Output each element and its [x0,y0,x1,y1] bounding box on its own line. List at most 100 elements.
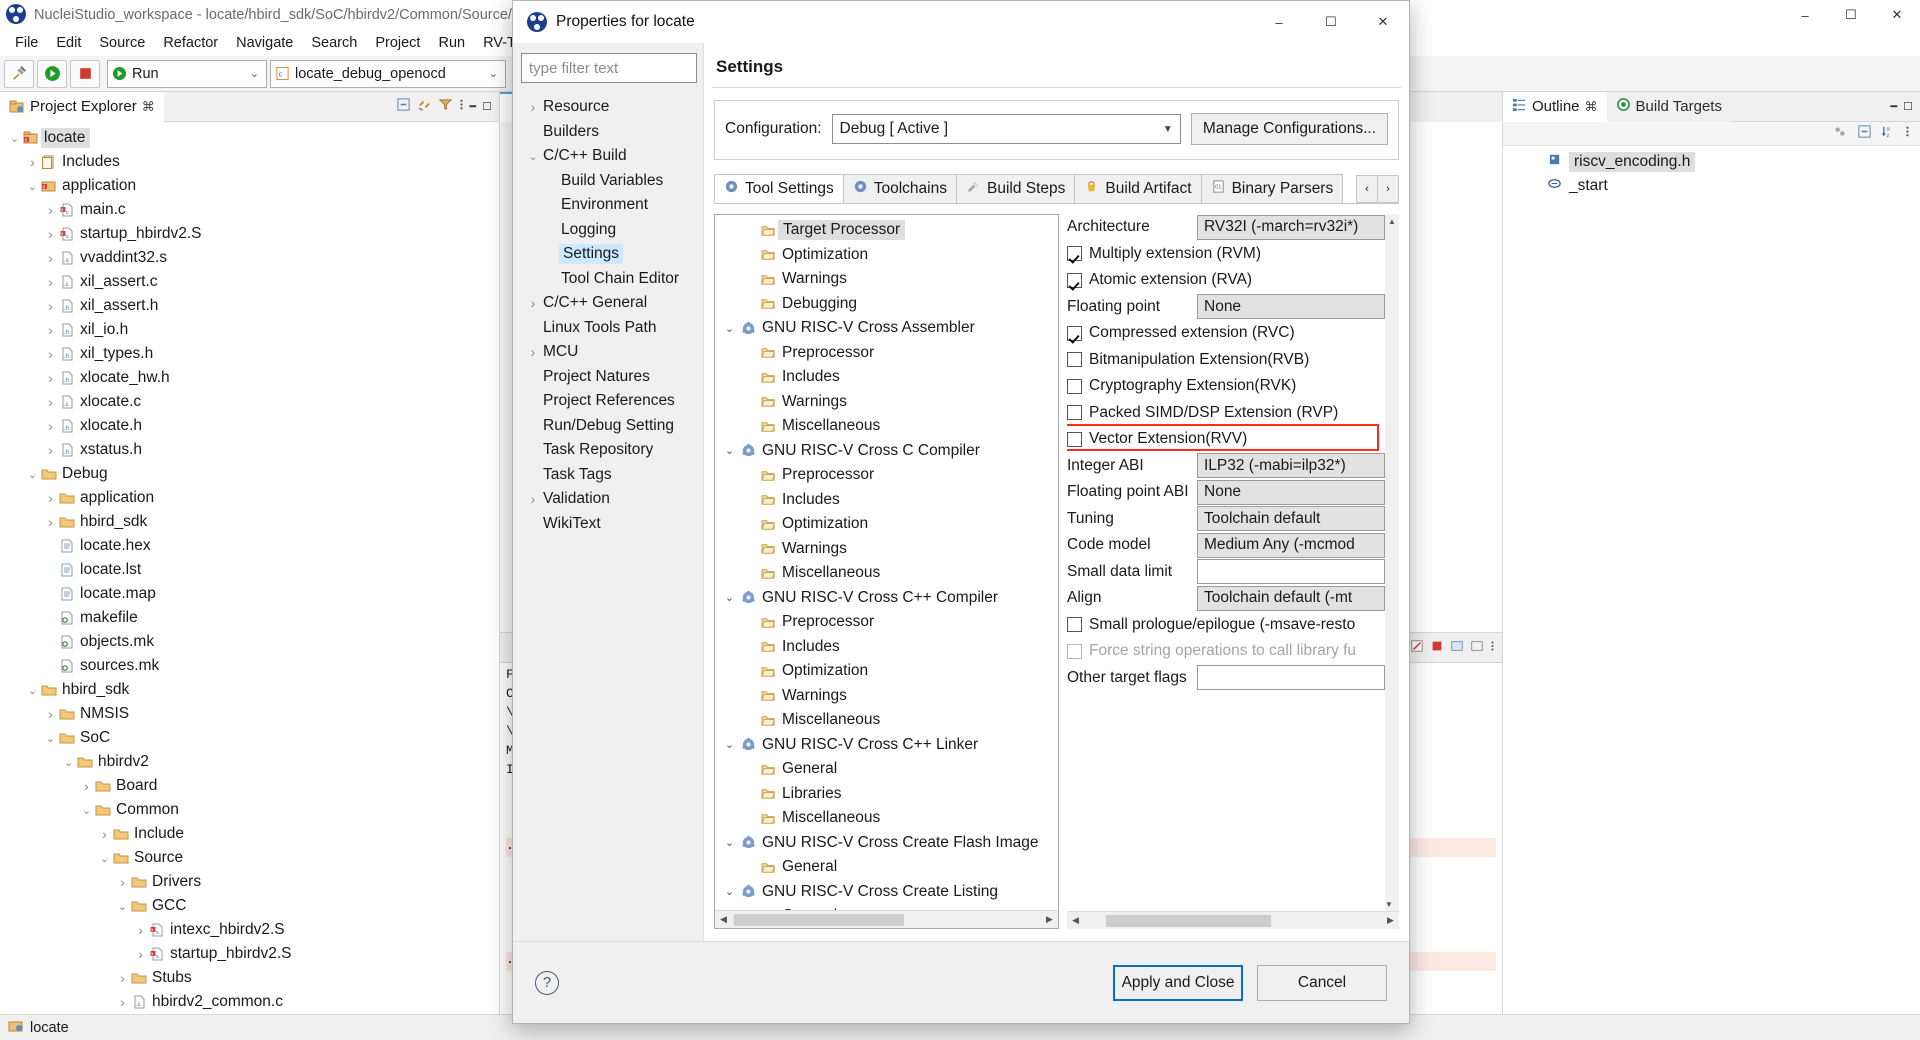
settings-tree-item[interactable]: Optimization [715,243,1058,268]
chevron-down-icon[interactable]: ⌄ [721,885,738,898]
chevron-down-icon[interactable]: ⌄ [721,591,738,604]
scroll-down-icon[interactable]: ▼ [1385,897,1393,911]
chevron-down-icon[interactable]: ⌄ [26,468,39,481]
settings-tree-item[interactable]: Miscellaneous [715,414,1058,439]
field-value[interactable] [1197,665,1385,691]
tree-item[interactable]: › .s vvaddint32.s [0,246,499,270]
settings-tree-item[interactable]: ⌄ GNU RISC-V Cross Create Listing [715,880,1058,905]
dialog-minimize-button[interactable]: – [1253,1,1305,43]
category-item[interactable]: ⌄ C/C++ Build [521,144,703,169]
chevron-right-icon[interactable]: › [44,274,57,290]
field-value[interactable] [1197,559,1385,585]
settings-tree-item[interactable]: ⌄ GNU RISC-V Cross Create Flash Image [715,831,1058,856]
chevron-right-icon[interactable]: › [44,370,57,386]
category-item[interactable]: › C/C++ General [521,291,703,316]
chevron-down-icon[interactable]: ⌄ [62,756,75,769]
chevron-right-icon[interactable]: › [26,154,39,170]
scroll-right-icon[interactable]: ▶ [1382,912,1399,929]
hscroll-thumb[interactable] [1106,914,1271,927]
tree-item[interactable]: makefile [0,606,499,630]
tree-item[interactable]: ⌄ x application [0,174,499,198]
chevron-right-icon[interactable]: › [44,298,57,314]
clear-console-icon[interactable] [1410,639,1424,657]
chevron-right-icon[interactable]: › [44,394,57,410]
tree-item[interactable]: › .h xlocate_hw.h [0,366,499,390]
configuration-select[interactable]: Debug [ Active ] ▼ [831,114,1181,144]
tab-build-steps[interactable]: Build Steps [956,174,1076,203]
tree-item[interactable]: › application [0,486,499,510]
settings-tree-item[interactable]: Optimization [715,512,1058,537]
tree-item[interactable]: ⌄ Common [0,798,499,822]
tab-outline[interactable]: Outline ⌘ [1503,91,1607,122]
tree-item[interactable]: sources.mk [0,654,499,678]
filter-icon[interactable] [438,97,453,116]
category-item[interactable]: › Validation [521,487,703,512]
settings-tree-item[interactable]: Warnings [715,537,1058,562]
outline-item[interactable]: riscv_encoding.h [1503,150,1920,174]
minimize-icon[interactable]: ━ [470,100,477,113]
chevron-right-icon[interactable]: › [44,346,57,362]
checkbox-row[interactable]: Bitmanipulation Extension(RVB) [1067,347,1385,374]
tree-item[interactable]: locate.hex [0,534,499,558]
tab-next-button[interactable]: › [1377,175,1399,203]
tree-item[interactable]: › Drivers [0,870,499,894]
tool-settings-tree[interactable]: Target Processor Optimization Warnings Debu… [715,215,1058,910]
settings-tree-item[interactable]: Target Processor [715,218,1058,243]
view-menu-icon[interactable] [459,97,464,116]
menu-refactor[interactable]: Refactor [154,32,227,54]
dialog-maximize-button[interactable]: ☐ [1305,1,1357,43]
maximize-icon[interactable]: ☐ [482,100,492,113]
collapse-all-icon[interactable] [1857,124,1872,143]
chevron-right-icon[interactable]: › [44,202,57,218]
chevron-right-icon[interactable]: › [80,778,93,794]
settings-tree-item[interactable]: Debugging [715,292,1058,317]
category-item[interactable]: Task Tags [521,463,703,488]
chevron-down-icon[interactable]: ⌄ [26,180,39,193]
tree-item[interactable]: › Includes [0,150,499,174]
checkbox-icon[interactable] [1067,325,1082,341]
settings-tree-item[interactable]: Preprocessor [715,610,1058,635]
chevron-down-icon[interactable]: ⌄ [721,322,738,335]
run-button[interactable] [37,59,67,88]
chevron-down-icon[interactable]: ⌄ [721,836,738,849]
chevron-right-icon[interactable]: › [44,226,57,242]
field-value[interactable]: ILP32 (-mabi=ilp32*) [1197,453,1385,479]
chevron-down-icon[interactable]: ⌄ [489,67,501,80]
field-value[interactable]: Medium Any (-mcmod [1197,532,1385,558]
launch-config-combo[interactable]: c locate_debug_openocd ⌄ [270,59,506,88]
chevron-right-icon[interactable]: › [525,99,541,115]
link-with-editor-icon[interactable] [417,97,432,116]
settings-tree-item[interactable]: General [715,855,1058,880]
settings-tree-item[interactable]: Libraries [715,782,1058,807]
settings-tree-item[interactable]: Miscellaneous [715,561,1058,586]
help-icon[interactable]: ? [535,970,559,995]
tab-project-explorer[interactable]: Project Explorer ⌘ [0,91,164,122]
chevron-down-icon[interactable]: ⌄ [721,738,738,751]
cancel-button[interactable]: Cancel [1257,964,1387,1001]
view-menu-icon[interactable] [1905,124,1910,143]
chevron-down-icon[interactable]: ⌄ [80,804,93,817]
settings-tree-item[interactable]: ⌄ GNU RISC-V Cross C++ Linker [715,733,1058,758]
scroll-left-icon[interactable]: ◀ [1067,912,1084,929]
ide-close-button[interactable]: ✕ [1874,0,1920,30]
category-item[interactable]: Settings [521,242,703,267]
tree-item[interactable]: ⌄ x locate [0,126,499,150]
tree-item[interactable]: › Board [0,774,499,798]
tree-item[interactable]: › x s startup_hbirdv2.S [0,942,499,966]
chevron-down-icon[interactable]: ⌄ [8,132,21,145]
ide-minimize-button[interactable]: – [1782,0,1828,30]
settings-tree-item[interactable]: ⌄ GNU RISC-V Cross C++ Compiler [715,586,1058,611]
chevron-right-icon[interactable]: › [44,418,57,434]
chevron-right-icon[interactable]: › [116,994,129,1010]
tab-prev-button[interactable]: ‹ [1356,175,1378,203]
field-value[interactable]: Toolchain default [1197,506,1385,532]
menu-project[interactable]: Project [366,32,429,54]
tree-item[interactable]: ⌄ SoC [0,726,499,750]
chevron-down-icon[interactable]: ⌄ [721,444,738,457]
category-item[interactable]: Builders [521,120,703,145]
form-vscrollbar[interactable]: ▲ ▼ [1385,214,1399,911]
run-mode-combo[interactable]: Run ⌄ [107,59,267,88]
chevron-right-icon[interactable]: › [44,322,57,338]
chevron-down-icon[interactable]: ▼ [1163,124,1173,135]
tree-item[interactable]: ⌄ hbird_sdk [0,678,499,702]
